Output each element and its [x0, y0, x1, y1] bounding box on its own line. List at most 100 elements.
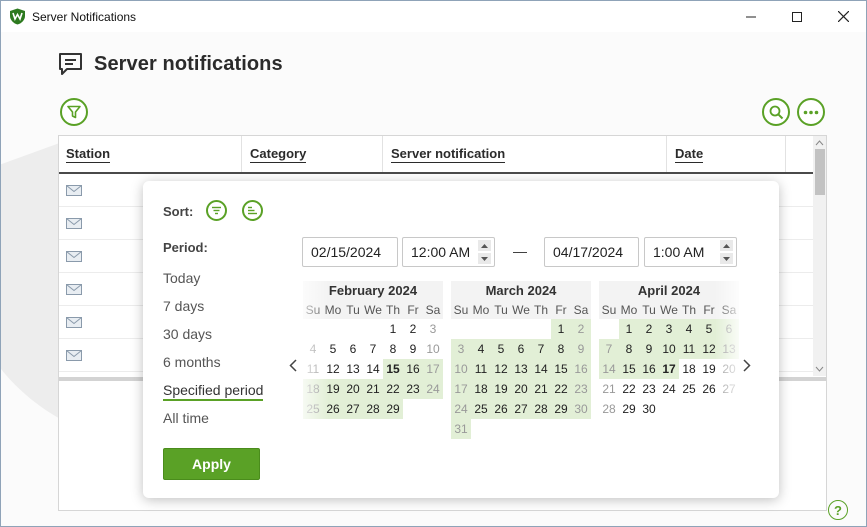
calendar-day[interactable]: 29 [619, 399, 639, 419]
calendar-day[interactable]: 21 [599, 379, 619, 399]
calendar-day[interactable]: 18 [679, 359, 699, 379]
calendar-day[interactable]: 4 [679, 319, 699, 339]
calendar-day[interactable]: 18 [471, 379, 491, 399]
calendar-day[interactable]: 22 [619, 379, 639, 399]
minimize-button[interactable] [728, 1, 774, 32]
more-options-button[interactable] [797, 98, 825, 126]
to-date-input[interactable]: 04/17/2024 [544, 237, 639, 267]
calendar-day[interactable]: 8 [383, 339, 403, 359]
calendar-day[interactable]: 27 [719, 379, 739, 399]
spin-up-icon[interactable] [478, 240, 491, 251]
calendar-day[interactable]: 18 [303, 379, 323, 399]
calendar-prev-button[interactable] [287, 357, 299, 373]
calendar-day[interactable]: 11 [303, 359, 323, 379]
column-header-station[interactable]: Station [59, 136, 242, 172]
calendar-day[interactable]: 9 [571, 339, 591, 359]
calendar-day[interactable]: 3 [451, 339, 471, 359]
calendar-day[interactable]: 12 [491, 359, 511, 379]
calendar-day[interactable]: 24 [451, 399, 471, 419]
calendar-day[interactable]: 10 [451, 359, 471, 379]
calendar-day[interactable]: 4 [303, 339, 323, 359]
calendar-day[interactable]: 27 [511, 399, 531, 419]
calendar-day[interactable]: 25 [303, 399, 323, 419]
calendar-day[interactable]: 5 [699, 319, 719, 339]
calendar-day[interactable]: 11 [471, 359, 491, 379]
calendar-next-button[interactable] [741, 357, 753, 373]
calendar-day[interactable]: 20 [719, 359, 739, 379]
calendar-day[interactable]: 23 [571, 379, 591, 399]
spin-down-icon[interactable] [720, 253, 733, 264]
calendar-day[interactable]: 24 [423, 379, 443, 399]
calendar-day[interactable]: 19 [699, 359, 719, 379]
calendar-day[interactable]: 28 [599, 399, 619, 419]
calendar-day[interactable]: 25 [471, 399, 491, 419]
calendar-day[interactable]: 16 [571, 359, 591, 379]
calendar-day[interactable]: 10 [659, 339, 679, 359]
calendar-day[interactable]: 22 [551, 379, 571, 399]
column-header-category[interactable]: Category [243, 136, 383, 172]
calendar-day[interactable]: 29 [551, 399, 571, 419]
calendar-day[interactable]: 29 [383, 399, 403, 419]
period-option[interactable]: 7 days [163, 298, 204, 314]
calendar-day[interactable]: 6 [719, 319, 739, 339]
calendar-day[interactable]: 6 [343, 339, 363, 359]
from-date-input[interactable]: 02/15/2024 [302, 237, 398, 267]
maximize-button[interactable] [774, 1, 820, 32]
calendar-day[interactable]: 15 [551, 359, 571, 379]
calendar-day[interactable]: 26 [491, 399, 511, 419]
spin-down-icon[interactable] [478, 253, 491, 264]
calendar-day[interactable]: 1 [551, 319, 571, 339]
calendar-day[interactable]: 23 [639, 379, 659, 399]
to-time-spinner[interactable] [720, 240, 733, 264]
from-time-spinner[interactable] [478, 240, 491, 264]
calendar-day[interactable]: 9 [639, 339, 659, 359]
sort-ascending-button[interactable] [242, 200, 263, 221]
calendar-day[interactable]: 14 [531, 359, 551, 379]
calendar-day[interactable]: 17 [659, 359, 679, 379]
from-time-input[interactable]: 12:00 AM [402, 237, 495, 267]
calendar-day[interactable]: 3 [659, 319, 679, 339]
calendar-day[interactable]: 8 [551, 339, 571, 359]
close-button[interactable] [820, 1, 866, 32]
calendar-day[interactable]: 27 [343, 399, 363, 419]
calendar-day[interactable]: 13 [719, 339, 739, 359]
calendar-day[interactable]: 4 [471, 339, 491, 359]
calendar-day[interactable]: 12 [323, 359, 343, 379]
calendar-day[interactable]: 26 [323, 399, 343, 419]
calendar-day[interactable]: 13 [343, 359, 363, 379]
calendar-day[interactable]: 16 [403, 359, 423, 379]
calendar-day[interactable]: 28 [363, 399, 383, 419]
column-header-server-notification[interactable]: Server notification [384, 136, 667, 172]
calendar-day[interactable]: 15 [383, 359, 403, 379]
calendar-day[interactable]: 9 [403, 339, 423, 359]
period-option[interactable]: 30 days [163, 326, 212, 342]
calendar-day[interactable]: 22 [383, 379, 403, 399]
calendar-day[interactable]: 3 [423, 319, 443, 339]
calendar-day[interactable]: 20 [343, 379, 363, 399]
calendar-day[interactable]: 20 [511, 379, 531, 399]
calendar-day[interactable]: 17 [451, 379, 471, 399]
calendar-day[interactable]: 31 [451, 419, 471, 439]
table-scrollbar[interactable] [813, 136, 826, 376]
calendar-day[interactable]: 15 [619, 359, 639, 379]
calendar-day[interactable]: 2 [571, 319, 591, 339]
spin-up-icon[interactable] [720, 240, 733, 251]
to-time-input[interactable]: 1:00 AM [644, 237, 737, 267]
calendar-day[interactable]: 23 [403, 379, 423, 399]
calendar-day[interactable]: 1 [619, 319, 639, 339]
calendar-day[interactable]: 6 [511, 339, 531, 359]
calendar-day[interactable]: 24 [659, 379, 679, 399]
period-option[interactable]: Today [163, 270, 200, 286]
calendar-day[interactable]: 1 [383, 319, 403, 339]
filter-button[interactable] [60, 98, 88, 126]
calendar-day[interactable]: 16 [639, 359, 659, 379]
calendar-day[interactable]: 2 [639, 319, 659, 339]
column-header-date[interactable]: Date [668, 136, 786, 172]
calendar-day[interactable]: 19 [491, 379, 511, 399]
calendar-day[interactable]: 8 [619, 339, 639, 359]
sort-descending-button[interactable] [206, 200, 227, 221]
calendar-day[interactable]: 17 [423, 359, 443, 379]
calendar-day[interactable]: 7 [363, 339, 383, 359]
calendar-day[interactable]: 12 [699, 339, 719, 359]
calendar-day[interactable]: 21 [363, 379, 383, 399]
